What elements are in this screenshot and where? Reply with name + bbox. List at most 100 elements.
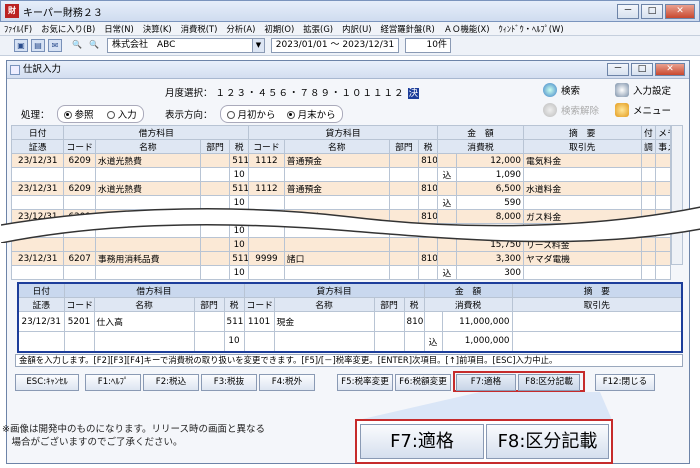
f7-qualified-button[interactable]: F7:適格 [456,374,516,391]
f2-taxin-button[interactable]: F2:税込 [143,374,199,391]
f6-taxamount-button[interactable]: F6:税額変更 [395,374,451,391]
maximize-button[interactable]: □ [641,4,663,19]
col-adj: 調 [640,139,657,154]
app-titlebar: 財 キーパー財務２３ － □ ✕ [0,0,700,22]
direction-group: 表示方向： 月初から 月末から [165,105,343,123]
company-select[interactable]: 株式会社 ABC ▼ [107,38,265,53]
table-row[interactable]: 23/12/31 6209 水道光熱費 511 1112 普通預金 810 6,500 水道… [10,181,671,196]
entry-row[interactable]: 23/12/31 5201 仕入高 511 1101 現金 810 11,000,000 [17,311,683,332]
menu-closing[interactable]: 決算(K) [143,23,172,35]
entry-tax-row[interactable]: 10 込 1,000,000 [17,331,683,352]
toolbar: ▣ ▤ ✉ 🔍 🔍 株式会社 ABC ▼ 2023/01/01 ～ 2023/1… [0,36,700,56]
mail-icon[interactable]: ✉ [48,39,62,52]
col-cname: 名称 [283,139,390,154]
table-row[interactable]: 10 込 300 [10,265,671,280]
child-minimize-button[interactable]: － [607,63,629,76]
menu-analysis[interactable]: 分析(A) [226,23,255,35]
col-ccode: コード [248,139,285,154]
search-clear-icon [543,103,557,117]
open-icon[interactable]: ▤ [31,39,45,52]
chevron-down-icon[interactable]: ▼ [252,39,264,52]
mode-view-radio[interactable] [63,110,72,119]
entry-dcode[interactable]: 5201 [63,311,95,332]
menu-breakdown[interactable]: 内訳(U) [342,23,371,35]
search-clear-label: 検索解除 [561,106,600,117]
search-clear-button[interactable]: 検索解除 [543,103,599,117]
month-selected[interactable]: 決 [407,88,420,99]
zoom-callout: F7:適格 F8:区分記載 [355,419,613,464]
function-key-bar: ESC:ｷｬﾝｾﾙ F1:ﾍﾙﾌﾟ F2:税込 F3:税抜 F4:税外 F5:税… [15,371,657,392]
entry-ccode[interactable]: 1101 [243,311,275,332]
f5-taxrate-button[interactable]: F5:税率変更 [337,374,393,391]
col-dname: 名称 [94,139,201,154]
table-row[interactable]: 10 込 1,090 [10,167,671,182]
window-icon [10,65,20,75]
entry-tax-amount[interactable]: 1,000,000 [441,331,513,352]
f3-taxout-button[interactable]: F3:税抜 [201,374,257,391]
dir-start-label[interactable]: 月初から [238,110,276,121]
table-row[interactable]: 23/12/31 6209 水道光熱費 511 1112 普通預金 810 12,000 電… [10,153,671,168]
month-label: 月度選択： [165,88,213,99]
menu-tax[interactable]: 消費税(T) [181,23,218,35]
child-titlebar: 仕訳入力 － □ ✕ [7,61,689,79]
menu-favorites[interactable]: お気に入り(B) [41,23,95,35]
col-credit: 貸方科目 [248,125,438,140]
callout-connector [358,392,612,420]
entry-summary[interactable] [511,311,683,332]
menu-button[interactable]: メニュー [615,103,671,117]
close-button[interactable]: ✕ [665,4,695,19]
entry-dname[interactable]: 仕入高 [93,311,195,332]
col-cdept: 部門 [388,139,420,154]
entry-dtax[interactable]: 511 [223,311,245,332]
esc-cancel-button[interactable]: ESC:ｷｬﾝｾﾙ [15,374,79,391]
menu-extension[interactable]: 拡張(G) [303,23,333,35]
mode-view-label[interactable]: 参照 [75,110,94,121]
note-line-1: ※画像は開発中のものになります。リリース時の画面と異なる [2,424,266,435]
entry-ctx[interactable]: 810 [403,311,425,332]
table-header: 日付 借方科目 貸方科目 金 額 摘 要 付 メモ [10,125,671,140]
save-icon[interactable]: ▣ [14,39,28,52]
input-settings-button[interactable]: 入力設定 [615,83,671,97]
zoom-in-icon[interactable]: 🔍 [70,39,84,52]
entry-date[interactable]: 23/12/31 [17,311,65,332]
entry-subheader: 証憑 コード 名称 部門税コード 名称 部門税消費税 取引先 [17,297,683,312]
mode-input-radio[interactable] [106,110,115,119]
mode-label: 処理： [21,110,50,121]
menu-icon [615,103,629,117]
f4-taxexempt-button[interactable]: F4:税外 [259,374,315,391]
col-summary: 摘 要 [522,125,642,140]
menu-file[interactable]: ﾌｧｲﾙ(F) [4,23,32,35]
col-dtax: 税 [229,139,250,154]
gear-icon [615,83,629,97]
col-matter-memo: 事メモ [655,139,671,154]
entry-cname[interactable]: 現金 [273,311,375,332]
f8-category-button[interactable]: F8:区分記載 [518,374,580,391]
menu-initial[interactable]: 初期(O) [264,23,294,35]
search-icon [543,83,557,97]
table-row[interactable]: 23/12/31 6207 事務用消耗品費 511 9999 諸口 810 3,300 ヤマ… [10,251,671,266]
dir-end-radio[interactable] [286,110,295,119]
company-name: 株式会社 ABC [112,40,176,50]
mode-input-label[interactable]: 入力 [118,110,137,121]
menu-window-help[interactable]: ｳｨﾝﾄﾞｳ・ﾍﾙﾌﾟ(W) [499,23,564,35]
omission-wave [1,206,700,243]
menu-daily[interactable]: 日常(N) [104,23,134,35]
vertical-scrollbar[interactable] [671,125,683,265]
mode-options: 参照 入力 [56,105,144,123]
minimize-button[interactable]: － [617,4,639,19]
dir-start-radio[interactable] [226,110,235,119]
dir-end-label[interactable]: 月末から [298,110,336,121]
menu-ao[interactable]: ＡＯ機能(X) [444,23,490,35]
fiscal-period: 2023/01/01 ～ 2023/12/31 [271,38,399,53]
search-button[interactable]: 検索 [543,83,580,97]
f1-help-button[interactable]: F1:ﾍﾙﾌﾟ [85,374,141,391]
entry-amount-field[interactable]: 11,000,000 [441,311,513,332]
f12-close-button[interactable]: F12:閉じる [595,374,655,391]
col-dcode: コード [63,139,96,154]
child-close-button[interactable]: ✕ [655,63,685,76]
month-buttons[interactable]: １２３・４５６・７８９・１０１１１２ [216,88,405,99]
menu-compass[interactable]: 経営羅針盤(R) [381,23,435,35]
col-amount: 金 額 [436,125,524,140]
zoom-out-icon[interactable]: 🔍 [87,39,101,52]
child-maximize-button[interactable]: □ [631,63,653,76]
